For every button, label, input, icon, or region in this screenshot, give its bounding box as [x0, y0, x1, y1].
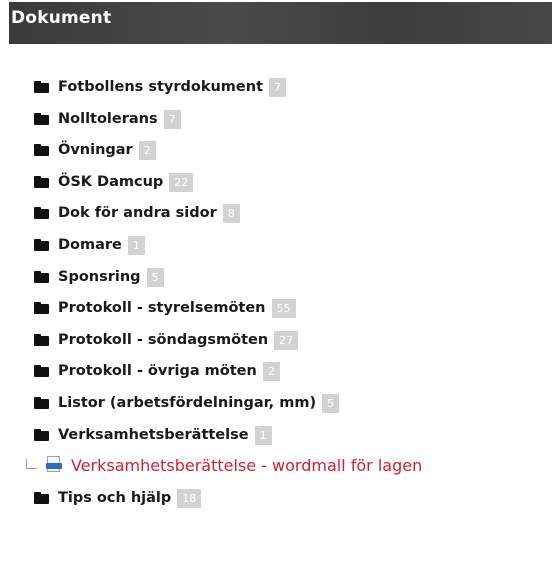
- folder-icon: [34, 238, 49, 251]
- folder-count-badge: 8: [222, 204, 240, 224]
- folder-count-badge: 27: [274, 330, 299, 350]
- folder-item-ovningar[interactable]: Övningar 2: [34, 139, 422, 171]
- folder-count-badge: 7: [163, 109, 181, 129]
- folder-count-badge: 1: [127, 235, 145, 255]
- folder-label[interactable]: Övningar: [58, 139, 133, 161]
- folder-icon: [34, 175, 49, 188]
- folder-label[interactable]: Protokoll - övriga möten: [58, 360, 257, 382]
- folder-item-fotbollens-styrdokument[interactable]: Fotbollens styrdokument 7: [34, 76, 422, 108]
- folder-item-osk-damcup[interactable]: ÖSK Damcup 22: [34, 171, 422, 203]
- folder-label[interactable]: Nolltolerans: [58, 108, 158, 130]
- file-link[interactable]: Verksamhetsberättelse - wordmall för lag…: [71, 455, 422, 477]
- folder-label[interactable]: Dok för andra sidor: [58, 202, 217, 224]
- folder-item-protokoll-ovriga-moten[interactable]: Protokoll - övriga möten 2: [34, 360, 422, 392]
- folder-icon: [34, 270, 49, 283]
- folder-count-badge: 5: [146, 267, 164, 287]
- folder-icon: [34, 112, 49, 125]
- folder-count-badge: 18: [177, 488, 202, 508]
- folder-count-badge: 2: [262, 362, 280, 382]
- folder-icon: [34, 491, 49, 504]
- folder-count-badge: 55: [271, 299, 296, 319]
- folder-label[interactable]: Protokoll - styrelsemöten: [58, 297, 266, 319]
- folder-label[interactable]: Domare: [58, 234, 122, 256]
- folder-count-badge: 1: [254, 425, 272, 445]
- folder-item-listor[interactable]: Listor (arbetsfördelningar, mm) 5: [34, 392, 422, 424]
- folder-icon: [34, 302, 49, 315]
- folder-label[interactable]: Protokoll - söndagsmöten: [58, 329, 268, 351]
- folder-label[interactable]: Tips och hjälp: [58, 487, 171, 509]
- folder-label[interactable]: Sponsring: [58, 266, 141, 288]
- folder-icon: [34, 144, 49, 157]
- folder-count-badge: 22: [169, 172, 194, 192]
- folder-icon: [34, 207, 49, 220]
- section-header: Dokument: [9, 2, 552, 44]
- folder-label[interactable]: Listor (arbetsfördelningar, mm): [58, 392, 316, 414]
- section-title: Dokument: [11, 8, 112, 28]
- folder-item-nolltolerans[interactable]: Nolltolerans 7: [34, 108, 422, 140]
- folder-item-protokoll-sondagsmoten[interactable]: Protokoll - söndagsmöten 27: [34, 329, 422, 361]
- folder-icon: [34, 428, 49, 441]
- folder-icon: [34, 365, 49, 378]
- folder-icon: [34, 333, 49, 346]
- folder-label[interactable]: ÖSK Damcup: [58, 171, 163, 193]
- word-document-icon: [46, 456, 63, 473]
- folder-count-badge: 5: [322, 393, 340, 413]
- folder-icon: [34, 396, 49, 409]
- document-folder-list: Fotbollens styrdokument 7 Nolltolerans 7…: [26, 76, 422, 519]
- folder-item-protokoll-styrelsemoten[interactable]: Protokoll - styrelsemöten 55: [34, 297, 422, 329]
- folder-item-dok-for-andra-sidor[interactable]: Dok för andra sidor 8: [34, 202, 422, 234]
- folder-count-badge: 7: [269, 78, 286, 97]
- folder-label[interactable]: Fotbollens styrdokument: [58, 76, 263, 98]
- folder-item-tips-och-hjalp[interactable]: Tips och hjälp 18: [34, 487, 422, 519]
- folder-item-domare[interactable]: Domare 1: [34, 234, 422, 266]
- folder-count-badge: 2: [138, 141, 156, 161]
- file-item-verksamhetsberattelse-wordmall[interactable]: Verksamhetsberättelse - wordmall för lag…: [26, 455, 422, 487]
- folder-icon: [34, 81, 49, 93]
- tree-connector: [26, 459, 37, 470]
- folder-item-sponsring[interactable]: Sponsring 5: [34, 266, 422, 298]
- folder-label[interactable]: Verksamhetsberättelse: [58, 424, 249, 446]
- folder-item-verksamhetsberattelse[interactable]: Verksamhetsberättelse 1: [34, 424, 422, 456]
